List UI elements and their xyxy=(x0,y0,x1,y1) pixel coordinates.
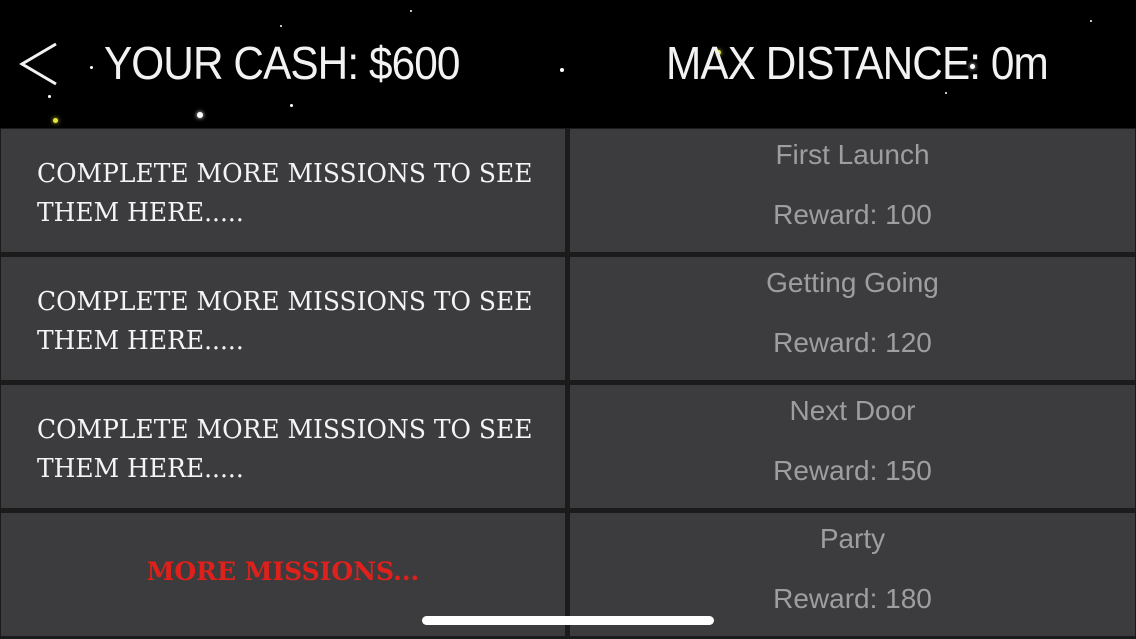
star xyxy=(1090,20,1092,22)
locked-mission-text: COMPLETE MORE MISSIONS TO SEE THEM HERE.… xyxy=(37,159,533,228)
mission-name: Party xyxy=(819,523,886,554)
more-missions-button[interactable]: MORE MISSIONS... xyxy=(1,557,565,586)
mission-name: Getting Going xyxy=(766,267,939,298)
star xyxy=(197,112,203,118)
mission-row: COMPLETE MORE MISSIONS TO SEE THEM HERE.… xyxy=(0,384,1136,509)
cash-display: YOUR CASH: $600 xyxy=(104,37,460,89)
locked-mission-cell: COMPLETE MORE MISSIONS TO SEE THEM HERE.… xyxy=(1,385,565,508)
max-distance-display: MAX DISTANCE: 0m xyxy=(666,37,1049,89)
mission-reward: Reward: 120 xyxy=(773,327,932,358)
locked-mission-cell: COMPLETE MORE MISSIONS TO SEE THEM HERE.… xyxy=(1,129,565,252)
mission-reward: Reward: 180 xyxy=(773,583,932,614)
back-button[interactable] xyxy=(18,40,66,88)
star xyxy=(945,92,947,94)
locked-mission-text: COMPLETE MORE MISSIONS TO SEE THEM HERE.… xyxy=(37,415,533,484)
top-bar: YOUR CASH: $600 MAX DISTANCE: 0m xyxy=(0,0,1136,128)
star xyxy=(53,118,58,123)
star xyxy=(280,25,282,27)
mission-card[interactable]: First Launch Reward: 100 xyxy=(570,129,1135,252)
star xyxy=(560,68,564,72)
star xyxy=(48,95,51,98)
home-indicator[interactable] xyxy=(422,616,714,625)
mission-card[interactable]: Getting Going Reward: 120 xyxy=(570,257,1135,380)
locked-mission-cell: COMPLETE MORE MISSIONS TO SEE THEM HERE.… xyxy=(1,257,565,380)
chevron-left-icon xyxy=(19,42,57,86)
mission-row: COMPLETE MORE MISSIONS TO SEE THEM HERE.… xyxy=(0,256,1136,381)
mission-row: COMPLETE MORE MISSIONS TO SEE THEM HERE.… xyxy=(0,128,1136,253)
mission-name: First Launch xyxy=(775,139,930,170)
mission-reward: Reward: 150 xyxy=(773,455,932,486)
missions-grid: COMPLETE MORE MISSIONS TO SEE THEM HERE.… xyxy=(0,128,1136,639)
mission-card[interactable]: Next Door Reward: 150 xyxy=(570,385,1135,508)
mission-reward: Reward: 100 xyxy=(773,199,932,230)
mission-name: Next Door xyxy=(789,395,916,426)
star xyxy=(90,66,93,69)
locked-mission-text: COMPLETE MORE MISSIONS TO SEE THEM HERE.… xyxy=(37,287,533,356)
star xyxy=(290,104,293,107)
star xyxy=(410,10,412,12)
